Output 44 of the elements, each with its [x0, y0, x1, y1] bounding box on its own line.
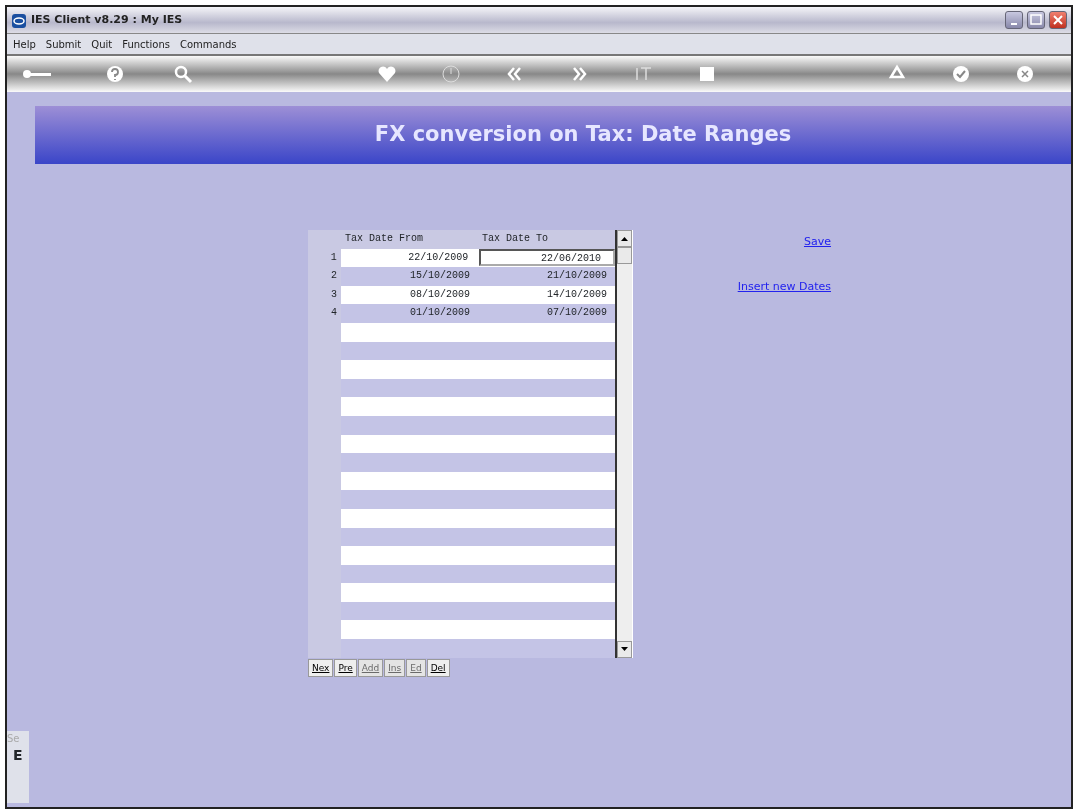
row-number: 2 — [308, 267, 341, 286]
column-header: Tax Date From — [344, 232, 424, 246]
square-icon[interactable] — [697, 64, 717, 84]
grid-button[interactable]: Pre — [334, 658, 357, 677]
panel-caption: Se — [7, 732, 21, 745]
grid-button[interactable]: Del — [426, 658, 450, 677]
menu-item[interactable]: Functions — [122, 36, 170, 52]
column-header: Tax Date To — [481, 232, 549, 246]
table-cell-text: 22/10/2009 — [407, 250, 470, 265]
help-icon[interactable] — [105, 64, 125, 84]
minimize-button[interactable] — [1005, 11, 1023, 29]
menu-item[interactable]: Commands — [179, 36, 237, 52]
scroll-thumb[interactable] — [617, 247, 632, 264]
up-arrow-icon — [621, 236, 628, 241]
minimize-icon — [1011, 23, 1017, 25]
check-icon[interactable] — [951, 64, 971, 84]
scrollbar[interactable] — [615, 230, 632, 658]
table-cell[interactable]: 21/10/2009 — [478, 267, 615, 286]
row-number: 4 — [308, 304, 341, 323]
table-cell[interactable]: 14/10/2009 — [478, 285, 615, 305]
scroll-up-button[interactable] — [617, 230, 632, 247]
maximize-icon — [1028, 12, 1044, 28]
heart-icon[interactable] — [377, 64, 397, 84]
grid-button[interactable]: Nex — [308, 658, 334, 677]
window-title: IES Client v8.29 : My IES — [31, 11, 184, 28]
panel-letter: E — [12, 746, 24, 765]
maximize-button[interactable] — [1027, 11, 1045, 29]
menu-item[interactable]: Help — [13, 36, 36, 52]
page-title: FX conversion on Tax: Date Ranges — [374, 122, 792, 148]
table-cell-text: 08/10/2009 — [409, 287, 471, 302]
menu-item[interactable]: Submit — [45, 36, 82, 52]
link[interactable]: Insert new Dates — [737, 278, 831, 295]
search-icon[interactable] — [173, 64, 193, 84]
clock-icon[interactable] — [441, 64, 461, 84]
scroll-down-button[interactable] — [617, 640, 632, 658]
table-cell-text: 01/10/2009 — [409, 306, 471, 321]
cancel-icon[interactable] — [1015, 64, 1035, 84]
close-button[interactable] — [1049, 11, 1067, 29]
link[interactable]: Save — [804, 234, 831, 251]
down-arrow-icon — [621, 647, 628, 652]
table-cell[interactable]: 22/06/2010 — [479, 249, 615, 267]
table-cell-text: 15/10/2009 — [409, 269, 471, 284]
table-cell[interactable]: 07/10/2009 — [478, 304, 615, 323]
menu-item[interactable]: Quit — [91, 36, 113, 52]
